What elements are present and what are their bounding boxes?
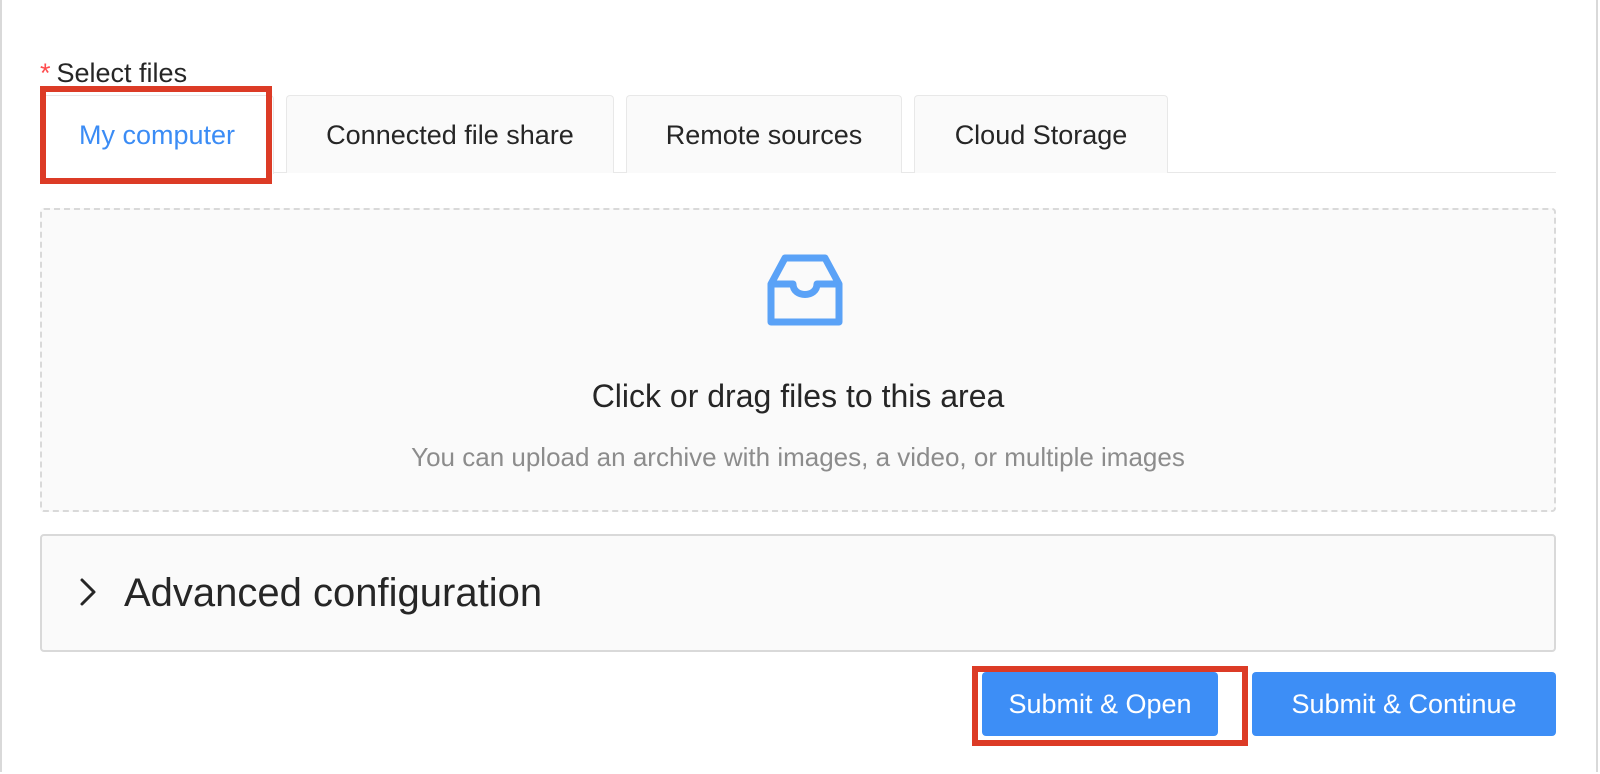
- inbox-icon: [767, 254, 843, 326]
- tab-remote-sources[interactable]: Remote sources: [626, 95, 902, 173]
- file-dropzone[interactable]: Click or drag files to this area You can…: [40, 208, 1556, 512]
- dropzone-hint: You can upload an archive with images, a…: [411, 442, 1185, 472]
- select-files-label: * Select files: [40, 56, 187, 90]
- advanced-configuration-panel[interactable]: Advanced configuration: [40, 534, 1556, 652]
- tab-cloud-storage[interactable]: Cloud Storage: [914, 95, 1168, 173]
- file-source-tabs: My computer Connected file share Remote …: [40, 95, 1556, 174]
- tab-my-computer[interactable]: My computer: [40, 95, 274, 174]
- submit-open-button[interactable]: Submit & Open: [982, 672, 1218, 736]
- dropzone-text: Click or drag files to this area: [591, 378, 1005, 414]
- tab-connected-file-share[interactable]: Connected file share: [286, 95, 614, 173]
- required-mark: *: [40, 58, 51, 88]
- advanced-configuration-title: Advanced configuration: [124, 571, 543, 615]
- submit-continue-button[interactable]: Submit & Continue: [1252, 672, 1556, 736]
- chevron-right-icon: [80, 578, 96, 606]
- select-files-text: Select files: [56, 58, 188, 88]
